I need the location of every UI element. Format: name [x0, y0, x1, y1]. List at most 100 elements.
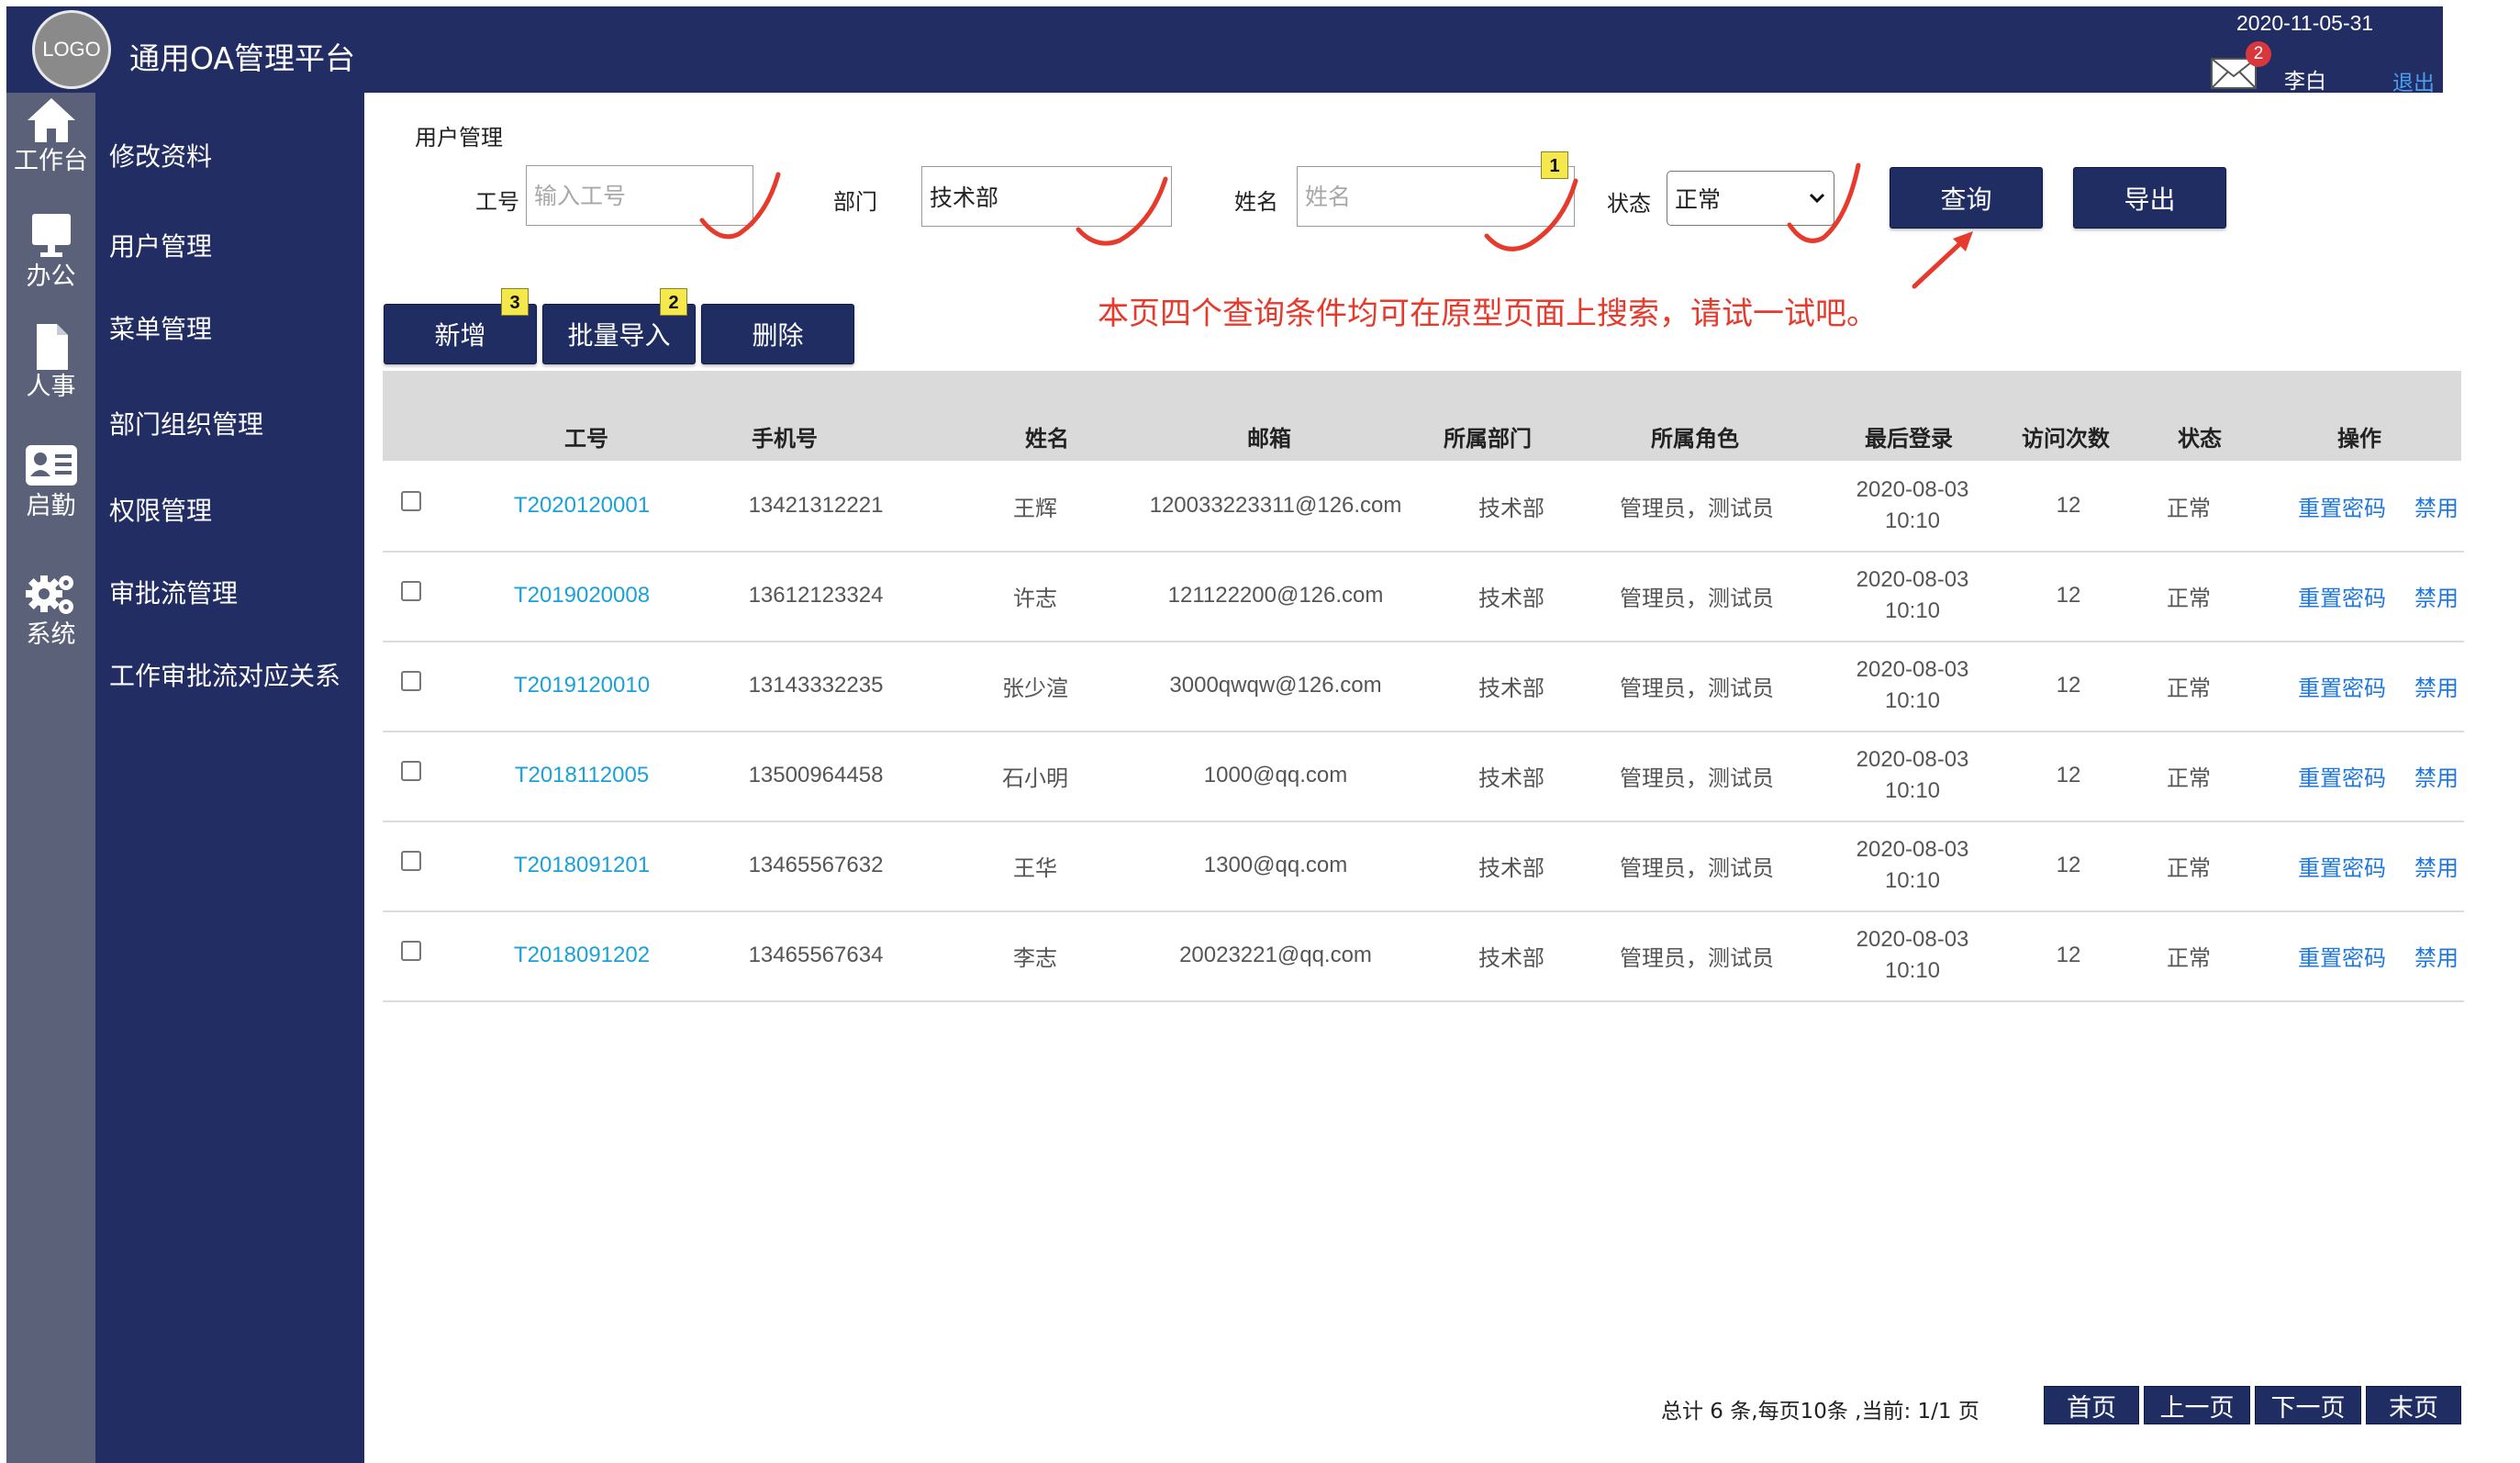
last-login-cell: 2020-08-03 10:10: [1857, 910, 1969, 1000]
annotation-badge: 3: [501, 288, 529, 316]
red-check-mark-icon: [1787, 162, 1861, 243]
reset-password-link[interactable]: 重置密码: [2298, 821, 2386, 910]
mail-count-badge: 2: [2246, 41, 2271, 67]
employee-id-link[interactable]: T2020120001: [514, 461, 650, 551]
reset-password-link[interactable]: 重置密码: [2298, 731, 2386, 821]
roles-cell: 管理员，测试员: [1620, 765, 1774, 791]
column-header: 所属角色: [1651, 426, 1739, 452]
column-header: 最后登录: [1865, 426, 1953, 452]
menu-item-edit-profile[interactable]: 修改资料: [109, 137, 212, 173]
table-row: T2018091202 13465567634 李志 20023221@qq.com 技…: [383, 910, 2464, 1002]
dept-cell: 技术部: [1478, 944, 1544, 971]
home-icon: [27, 98, 75, 142]
delete-button[interactable]: 删除: [701, 304, 854, 364]
email-cell: 121122200@126.com: [1167, 583, 1384, 608]
employee-id-link[interactable]: T2018091202: [514, 910, 650, 1000]
status-cell: 正常: [2167, 585, 2211, 611]
name-cell: 许志: [1013, 585, 1057, 611]
email-cell: 120033223311@126.com: [1149, 493, 1402, 518]
employee-id-link[interactable]: T2019120010: [514, 641, 650, 731]
phone-cell: 13143332235: [748, 673, 884, 698]
last-login-cell: 2020-08-03 10:10: [1857, 731, 1969, 821]
roles-cell: 管理员，测试员: [1620, 495, 1774, 521]
roles-cell: 管理员，测试员: [1620, 854, 1774, 881]
annotation-hint: 本页四个查询条件均可在原型页面上搜索，请试一试吧。: [1098, 296, 1878, 332]
visits-cell: 12: [2056, 763, 2081, 787]
menu-item-approval-flow[interactable]: 审批流管理: [109, 574, 238, 610]
logout-link[interactable]: 退出: [2392, 65, 2435, 96]
email-cell: 1000@qq.com: [1203, 763, 1348, 787]
emp-no-label: 工号: [475, 189, 519, 215]
pagination-summary: 总计 6 条,每页10条 ,当前: 1/1 页: [1661, 1400, 1979, 1424]
monitor-icon: [31, 214, 71, 257]
status-select-value: 正常: [1675, 186, 1722, 213]
menu-item-user-management[interactable]: 用户管理: [109, 227, 212, 263]
row-checkbox[interactable]: [401, 491, 421, 511]
employee-id-link[interactable]: T2018091201: [514, 821, 650, 910]
annotation-badge: 1: [1541, 151, 1568, 179]
last-login-date: 2020-08-03: [1856, 927, 1969, 952]
reset-password-link[interactable]: 重置密码: [2298, 551, 2386, 641]
row-checkbox[interactable]: [401, 941, 421, 961]
disable-link[interactable]: 禁用: [2414, 641, 2459, 731]
query-button[interactable]: 查询: [1890, 167, 2043, 229]
last-page-button[interactable]: 末页: [2366, 1386, 2461, 1424]
next-page-button[interactable]: 下一页: [2255, 1386, 2361, 1424]
status-cell: 正常: [2167, 675, 2211, 701]
last-login-cell: 2020-08-03 10:10: [1857, 461, 1969, 551]
logo: LOGO: [32, 10, 111, 89]
rail-label: 办公: [26, 262, 76, 291]
column-header: 姓名: [1025, 426, 1069, 452]
disable-link[interactable]: 禁用: [2414, 731, 2459, 821]
disable-link[interactable]: 禁用: [2414, 821, 2459, 910]
column-header: 所属部门: [1444, 426, 1532, 452]
row-checkbox[interactable]: [401, 851, 421, 871]
employee-id-link[interactable]: T2019020008: [514, 551, 650, 641]
menu-item-menu-management[interactable]: 菜单管理: [109, 309, 212, 346]
last-login-cell: 2020-08-03 10:10: [1857, 821, 1969, 910]
dept-cell: 技术部: [1478, 765, 1544, 791]
status-cell: 正常: [2167, 854, 2211, 881]
prev-page-button[interactable]: 上一页: [2144, 1386, 2250, 1424]
reset-password-link[interactable]: 重置密码: [2298, 910, 2386, 1000]
menu-item-dept-management[interactable]: 部门组织管理: [109, 405, 263, 441]
first-page-button[interactable]: 首页: [2044, 1386, 2139, 1424]
column-header: 访问次数: [2022, 426, 2110, 452]
rail-item-attendance[interactable]: 启勤: [6, 440, 95, 521]
disable-link[interactable]: 禁用: [2414, 910, 2459, 1000]
disable-link[interactable]: 禁用: [2414, 551, 2459, 641]
last-login-date: 2020-08-03: [1856, 837, 1969, 862]
rail-label: 人事: [26, 373, 76, 401]
roles-cell: 管理员，测试员: [1620, 585, 1774, 611]
export-button[interactable]: 导出: [2073, 167, 2226, 229]
disable-link[interactable]: 禁用: [2414, 461, 2459, 551]
reset-password-link[interactable]: 重置密码: [2298, 641, 2386, 731]
last-login-date: 2020-08-03: [1856, 657, 1969, 682]
name-cell: 石小明: [1002, 765, 1068, 791]
rail-label: 系统: [26, 620, 76, 649]
rail-item-system[interactable]: 系统: [6, 568, 95, 650]
last-login-time: 10:10: [1884, 688, 1941, 713]
reset-password-link[interactable]: 重置密码: [2298, 461, 2386, 551]
dept-cell: 技术部: [1478, 854, 1544, 881]
document-icon: [36, 324, 68, 370]
employee-id-link[interactable]: T2018112005: [515, 731, 649, 821]
rail-item-office[interactable]: 办公: [6, 210, 95, 292]
row-checkbox[interactable]: [401, 671, 421, 691]
dept-cell: 技术部: [1478, 495, 1544, 521]
rail-item-hr[interactable]: 人事: [6, 320, 95, 402]
last-login-time: 10:10: [1884, 778, 1941, 803]
phone-cell: 13421312221: [748, 493, 884, 518]
name-label: 姓名: [1234, 189, 1278, 215]
menu-item-approval-mapping[interactable]: 工作审批流对应关系: [109, 656, 340, 693]
last-login-time: 10:10: [1884, 508, 1941, 533]
column-header: 邮箱: [1247, 426, 1291, 452]
row-checkbox[interactable]: [401, 581, 421, 601]
menu-item-permission-management[interactable]: 权限管理: [109, 491, 212, 528]
table-row: T2018112005 13500964458 石小明 1000@qq.com 技术部 管…: [383, 731, 2464, 822]
rail-item-workbench[interactable]: 工作台: [6, 95, 95, 176]
phone-cell: 13500964458: [748, 763, 884, 787]
email-cell: 1300@qq.com: [1203, 853, 1348, 877]
row-checkbox[interactable]: [401, 761, 421, 781]
red-check-mark-icon: [1076, 176, 1168, 246]
